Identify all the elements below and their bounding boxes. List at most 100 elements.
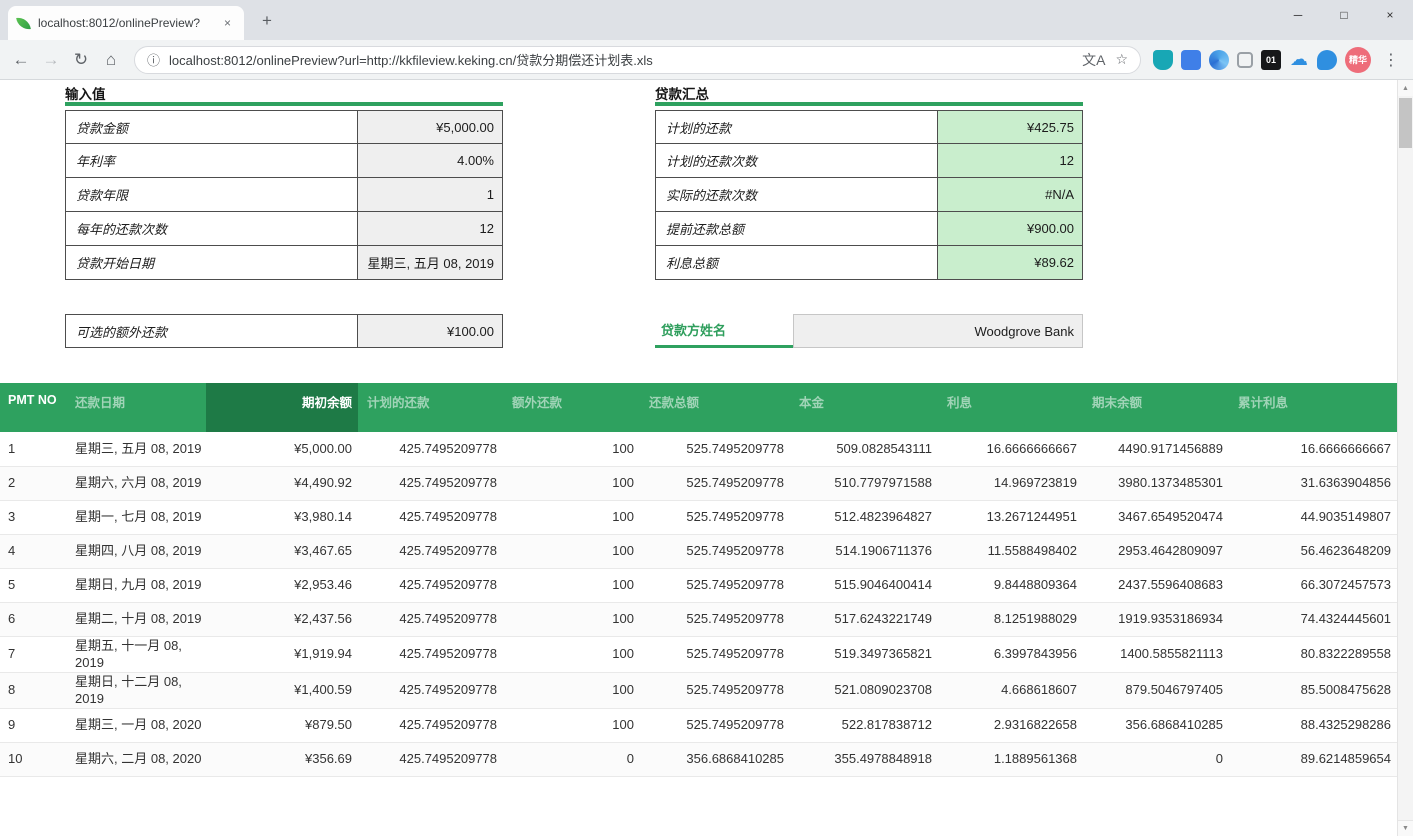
panel-row-value: 4.00% [358, 144, 503, 177]
schedule-column-header: PMT NO [0, 383, 66, 432]
panel-row-value: ¥100.00 [358, 315, 503, 347]
schedule-cell: 3980.1373485301 [1083, 466, 1229, 500]
translate-icon[interactable]: 文A [1082, 50, 1105, 70]
reload-button[interactable]: ↻ [66, 45, 96, 75]
bird-extension-icon[interactable] [1317, 50, 1337, 70]
scroll-up-icon[interactable]: ▲ [1398, 80, 1413, 96]
schedule-cell: 425.7495209778 [358, 672, 503, 708]
schedule-cell: 4490.9171456889 [1083, 432, 1229, 466]
schedule-row: 1星期三, 五月 08, 2019¥5,000.00425.7495209778… [0, 432, 1397, 466]
new-tab-button[interactable]: + [254, 8, 280, 34]
panel-row-value: 星期三, 五月 08, 2019 [358, 246, 503, 279]
schedule-cell: 425.7495209778 [358, 602, 503, 636]
address-bar[interactable]: ⓘ localhost:8012/onlinePreview?url=http:… [134, 46, 1141, 74]
schedule-cell: 星期三, 一月 08, 2020 [66, 708, 206, 742]
schedule-cell: 525.7495209778 [640, 568, 790, 602]
schedule-cell: 100 [503, 636, 640, 672]
schedule-row: 3星期一, 七月 08, 2019¥3,980.14425.7495209778… [0, 500, 1397, 534]
home-button[interactable]: ⌂ [96, 45, 126, 75]
panel-row-value: ¥425.75 [938, 111, 1083, 143]
panel-row: 计划的还款¥425.75 [655, 110, 1083, 144]
schedule-cell: 星期六, 六月 08, 2019 [66, 466, 206, 500]
window-maximize-button[interactable]: □ [1321, 0, 1367, 30]
schedule-cell: 31.6363904856 [1229, 466, 1397, 500]
panel-row-label: 每年的还款次数 [65, 212, 358, 245]
panel-row: 提前还款总额¥900.00 [655, 212, 1083, 246]
panel-row: 利息总额¥89.62 [655, 246, 1083, 280]
panel-row-value: ¥900.00 [938, 212, 1083, 245]
schedule-cell: 519.3497365821 [790, 636, 938, 672]
back-button[interactable]: ← [6, 45, 36, 75]
schedule-cell: 425.7495209778 [358, 432, 503, 466]
schedule-cell: ¥1,919.94 [206, 636, 358, 672]
schedule-cell: 89.6214859654 [1229, 742, 1397, 776]
active-tab[interactable]: localhost:8012/onlinePreview? × [8, 6, 244, 40]
schedule-cell: 100 [503, 534, 640, 568]
tab-strip: localhost:8012/onlinePreview? × + ─ □ × [0, 0, 1413, 40]
cloud-extension-icon[interactable]: ☁ [1289, 50, 1309, 70]
schedule-cell: 100 [503, 500, 640, 534]
schedule-column-header: 还款总额 [640, 383, 790, 432]
scroll-down-icon[interactable]: ▼ [1398, 820, 1413, 836]
schedule-cell: 521.0809023708 [790, 672, 938, 708]
schedule-cell: 522.817838712 [790, 708, 938, 742]
browser-toolbar: ← → ↻ ⌂ ⓘ localhost:8012/onlinePreview?u… [0, 40, 1413, 80]
schedule-row: 10星期六, 二月 08, 2020¥356.69425.74952097780… [0, 742, 1397, 776]
schedule-cell: 星期日, 九月 08, 2019 [66, 568, 206, 602]
input-section-underline [65, 102, 503, 106]
lender-name-label: 贷款方姓名 [655, 314, 793, 348]
page-info-icon[interactable]: ⓘ [147, 50, 160, 69]
schedule-cell: 85.5008475628 [1229, 672, 1397, 708]
schedule-cell: 11.5588498402 [938, 534, 1083, 568]
loan-summary-table: 计划的还款¥425.75计划的还款次数12实际的还款次数#N/A提前还款总额¥9… [655, 110, 1083, 280]
lender-name-value: Woodgrove Bank [793, 314, 1083, 348]
profile-avatar[interactable]: 精华 [1345, 47, 1371, 73]
amortization-schedule-table: PMT NO还款日期期初余额计划的还款额外还款还款总额本金利息期末余额累计利息 … [0, 383, 1397, 777]
panel-row: 每年的还款次数12 [65, 212, 503, 246]
schedule-cell: ¥3,467.65 [206, 534, 358, 568]
schedule-cell: 56.4623648209 [1229, 534, 1397, 568]
schedule-cell: 80.8322289558 [1229, 636, 1397, 672]
schedule-cell: 425.7495209778 [358, 500, 503, 534]
panel-row: 贷款金额¥5,000.00 [65, 110, 503, 144]
forward-button[interactable]: → [36, 45, 66, 75]
schedule-cell: 425.7495209778 [358, 742, 503, 776]
gray-extension-icon[interactable] [1237, 52, 1253, 68]
schedule-row: 5星期日, 九月 08, 2019¥2,953.46425.7495209778… [0, 568, 1397, 602]
window-close-button[interactable]: × [1367, 0, 1413, 30]
schedule-cell: 515.9046400414 [790, 568, 938, 602]
schedule-cell: 356.6868410285 [640, 742, 790, 776]
blue-extension-icon[interactable] [1181, 50, 1201, 70]
lender-row: 贷款方姓名 Woodgrove Bank [655, 314, 1083, 348]
schedule-cell: 星期二, 十月 08, 2019 [66, 602, 206, 636]
window-minimize-button[interactable]: ─ [1275, 0, 1321, 30]
browser-menu-icon[interactable]: ⋮ [1379, 46, 1403, 74]
bookmark-star-icon[interactable]: ☆ [1115, 51, 1128, 68]
schedule-cell: 525.7495209778 [640, 672, 790, 708]
vertical-scrollbar[interactable]: ▲ ▼ [1397, 80, 1413, 836]
scrollbar-thumb[interactable] [1399, 98, 1412, 148]
schedule-cell: 6 [0, 602, 66, 636]
schedule-cell: ¥2,437.56 [206, 602, 358, 636]
schedule-cell: 425.7495209778 [358, 466, 503, 500]
shield-extension-icon[interactable] [1153, 50, 1173, 70]
panel-row-label: 年利率 [65, 144, 358, 177]
circle-extension-icon[interactable] [1209, 50, 1229, 70]
schedule-cell: 100 [503, 466, 640, 500]
schedule-cell: 425.7495209778 [358, 534, 503, 568]
schedule-cell: 3467.6549520474 [1083, 500, 1229, 534]
schedule-cell: 2953.4642809097 [1083, 534, 1229, 568]
badge-01-extension-icon[interactable]: 01 [1261, 50, 1281, 70]
schedule-column-header: 本金 [790, 383, 938, 432]
schedule-cell: 100 [503, 672, 640, 708]
schedule-row: 8星期日, 十二月 08, 2019¥1,400.59425.749520977… [0, 672, 1397, 708]
extra-payment-row: 可选的额外还款¥100.00 [65, 314, 503, 348]
url-text[interactable]: localhost:8012/onlinePreview?url=http://… [169, 50, 1073, 69]
schedule-cell: ¥2,953.46 [206, 568, 358, 602]
schedule-cell: ¥879.50 [206, 708, 358, 742]
schedule-cell: 525.7495209778 [640, 534, 790, 568]
tab-close-icon[interactable]: × [220, 14, 235, 32]
schedule-column-header: 额外还款 [503, 383, 640, 432]
summary-section-title: 贷款汇总 [655, 83, 709, 103]
tab-title: localhost:8012/onlinePreview? [38, 16, 212, 30]
